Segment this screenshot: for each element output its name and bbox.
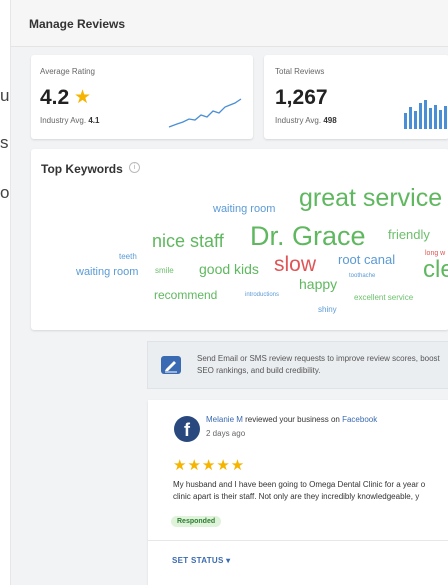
total-reviews-industry: Industry Avg. 498 <box>275 116 337 125</box>
review-date: 2 days ago <box>206 429 246 438</box>
banner-text: Send Email or SMS review requests to imp… <box>197 354 440 375</box>
keyword: nice staff <box>152 231 224 251</box>
keyword: cle <box>423 256 448 283</box>
keyword: shiny <box>318 305 337 314</box>
manage-reviews-panel: Manage Reviews Average Rating 4.2 ★ Indu… <box>10 0 448 585</box>
background-text-s: s <box>0 133 9 152</box>
keyword: Dr. Grace <box>250 221 366 251</box>
keyword: waiting room <box>76 266 139 278</box>
keyword: slow <box>274 253 317 276</box>
keyword: happy <box>299 276 338 292</box>
reviews-bar-sparkline <box>404 100 447 129</box>
keyword: long w <box>425 250 446 257</box>
facebook-icon: f <box>174 416 200 442</box>
average-rating-value: 4.2 <box>40 86 70 109</box>
review-header: Melanie M reviewed your business on Face… <box>206 415 378 424</box>
average-rating-label: Average Rating <box>40 67 95 76</box>
review-card: f Melanie M reviewed your business on Fa… <box>148 400 448 585</box>
keyword: introductions <box>245 292 280 298</box>
keyword: smile <box>155 266 174 275</box>
keyword: good kids <box>199 261 259 277</box>
keyword: waiting room <box>213 203 276 215</box>
review-platform-link[interactable]: Facebook <box>342 415 377 424</box>
review-stars: ★★★★★ <box>173 457 246 474</box>
keyword: great service <box>299 184 443 212</box>
review-request-banner[interactable]: Send Email or SMS review requests to imp… <box>147 341 448 389</box>
keyword: friendly <box>388 227 430 242</box>
info-icon[interactable]: i <box>129 162 140 173</box>
top-keywords-card: Top Keywords i waiting room great servic… <box>31 149 448 330</box>
total-reviews-label: Total Reviews <box>275 67 325 76</box>
set-status-button[interactable]: SET STATUS ▾ <box>172 556 230 565</box>
star-icon: ★ <box>74 87 92 108</box>
rating-trend-sparkline <box>168 98 242 128</box>
panel-header: Manage Reviews <box>11 0 448 47</box>
review-text: My husband and I have been going to Omeg… <box>173 480 426 501</box>
keyword: toothache <box>349 273 376 279</box>
reviewer-name[interactable]: Melanie M <box>206 415 243 424</box>
keyword: excellent service <box>354 293 414 302</box>
edit-icon <box>161 356 181 374</box>
total-reviews-card: Total Reviews 1,267 Industry Avg. 498 <box>264 55 448 139</box>
average-rating-industry: Industry Avg. 4.1 <box>40 116 100 125</box>
average-rating-card: Average Rating 4.2 ★ Industry Avg. 4.1 <box>31 55 253 139</box>
top-keywords-title: Top Keywords <box>41 162 123 176</box>
keyword: teeth <box>119 252 137 261</box>
status-badge: Responded <box>171 516 222 527</box>
keyword: root canal <box>338 252 396 267</box>
page-title: Manage Reviews <box>29 17 126 31</box>
divider <box>148 540 448 541</box>
keyword: recommend <box>154 288 218 302</box>
total-reviews-value: 1,267 <box>275 86 328 109</box>
